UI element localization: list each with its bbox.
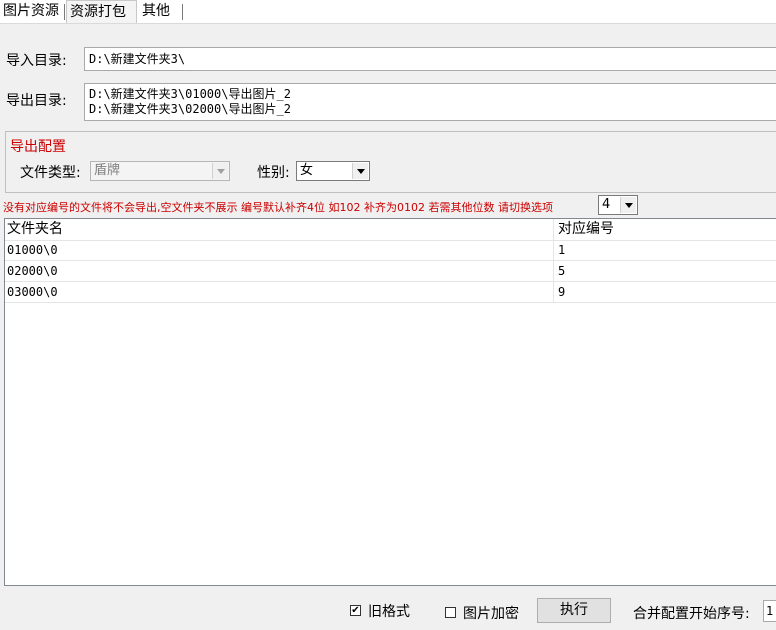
folder-mapping-table[interactable]: 文件夹名 对应编号 01000\0 1 02000\0 5 03000\0 9	[4, 218, 776, 586]
encrypt-checkbox[interactable]	[445, 607, 456, 618]
tab-separator	[182, 4, 183, 20]
encrypt-label[interactable]: 图片加密	[463, 603, 519, 623]
chevron-down-icon	[212, 163, 228, 179]
old-format-label[interactable]: 旧格式	[368, 601, 410, 621]
chevron-down-icon	[620, 197, 636, 213]
gender-select[interactable]: 女	[296, 161, 370, 181]
import-dir-input[interactable]: D:\新建文件夹3\	[84, 47, 776, 71]
export-dir-line: D:\新建文件夹3\01000\导出图片_2	[89, 87, 291, 101]
number-cell: 9	[558, 285, 566, 299]
export-dir-textarea[interactable]: D:\新建文件夹3\01000\导出图片_2 D:\新建文件夹3\02000\导…	[84, 83, 776, 121]
tab-underline	[0, 23, 776, 24]
column-header-folder[interactable]: 文件夹名	[5, 219, 63, 240]
table-row[interactable]: 02000\0 5	[5, 261, 776, 282]
chevron-down-icon	[352, 163, 368, 179]
merge-start-input[interactable]: 1	[763, 600, 776, 622]
tab-image-resources[interactable]: 图片资源	[0, 0, 63, 23]
table-header: 文件夹名 对应编号	[5, 219, 776, 241]
table-row[interactable]: 01000\0 1	[5, 240, 776, 261]
file-type-label: 文件类型:	[20, 165, 81, 181]
digits-select[interactable]: 4	[598, 195, 638, 215]
tab-separator	[64, 4, 65, 20]
import-dir-label: 导入目录:	[6, 53, 67, 69]
number-cell: 1	[558, 243, 566, 257]
digits-value: 4	[602, 197, 611, 212]
tab-strip: 图片资源 资源打包 其他	[0, 0, 776, 24]
folder-cell: 01000\0	[7, 243, 58, 257]
export-config-title: 导出配置	[10, 139, 66, 155]
column-header-number[interactable]: 对应编号	[556, 219, 614, 240]
folder-cell: 02000\0	[7, 264, 58, 278]
gender-label: 性别:	[257, 165, 290, 181]
export-note: 没有对应编号的文件将不会导出,空文件夹不展示 编号默认补齐4位 如102 补齐为…	[3, 201, 553, 214]
merge-start-label: 合并配置开始序号:	[633, 606, 750, 622]
folder-cell: 03000\0	[7, 285, 58, 299]
file-type-select[interactable]: 盾牌	[90, 161, 230, 181]
table-row[interactable]: 03000\0 9	[5, 282, 776, 303]
export-dir-label: 导出目录:	[6, 93, 67, 109]
file-type-value: 盾牌	[94, 163, 121, 178]
gender-value: 女	[300, 163, 314, 178]
old-format-checkbox[interactable]: ✔	[350, 605, 361, 616]
number-cell: 5	[558, 264, 566, 278]
tab-resource-packing[interactable]: 资源打包	[66, 0, 137, 23]
export-config-group: 导出配置 文件类型: 盾牌 性别: 女	[5, 131, 776, 193]
tab-other[interactable]: 其他	[139, 0, 180, 23]
execute-button[interactable]: 执行	[537, 598, 611, 623]
export-dir-line: D:\新建文件夹3\02000\导出图片_2	[89, 102, 291, 116]
